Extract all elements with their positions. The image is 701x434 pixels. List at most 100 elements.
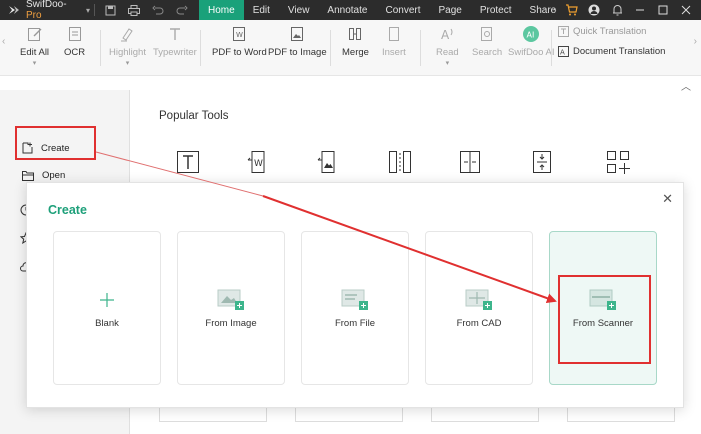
ocr-icon [65,24,85,44]
pdf-to-image-icon [287,24,307,44]
chevron-down-icon: ▾ [125,60,130,67]
notification-bell-icon[interactable] [610,3,624,17]
document-translation-button[interactable]: A Document Translation [558,46,665,57]
image-plus-icon [217,288,245,312]
merge-icon [345,24,365,44]
close-window-icon[interactable] [679,3,693,17]
compress-tool-icon[interactable] [530,150,554,174]
redo-icon[interactable] [175,3,189,17]
menu-view[interactable]: View [279,0,319,20]
swifdoo-ai-label: SwifDoo AI [508,47,555,58]
merge-button[interactable]: Merge [342,24,369,58]
search-label: Search [472,47,503,58]
read-button[interactable]: A Read ▾ [436,24,459,67]
highlight-button[interactable]: Highlight ▾ [109,24,146,67]
quick-translation-icon [558,26,569,37]
undo-icon[interactable] [151,3,165,17]
divider [100,30,101,66]
sidebar-item-open[interactable]: Open [22,170,65,181]
typewriter-tool-icon[interactable] [176,150,200,174]
menu-home[interactable]: Home [199,0,244,20]
card-label: Blank [95,318,119,329]
cart-icon[interactable] [564,3,578,17]
swifdoo-ai-button[interactable]: AI SwifDoo AI [508,24,554,58]
merge-tool-icon[interactable] [388,150,412,174]
close-icon[interactable]: ✕ [662,191,673,207]
recent-thumbnail[interactable] [295,408,403,422]
menu-convert[interactable]: Convert [376,0,429,20]
ocr-button[interactable]: OCR [64,24,85,58]
ribbon-scroll-left-icon[interactable]: ‹ [2,36,5,47]
create-from-file-card[interactable]: From File [301,231,409,385]
pdf-to-word-icon: W [229,24,249,44]
title-bar: SwifDoo-Pro ▾ Home Edit View Annotate Co… [0,0,701,21]
account-icon[interactable] [587,3,601,17]
create-highlight-box [15,126,96,160]
document-translation-label: Document Translation [573,46,666,57]
menu-scroll-right-icon[interactable]: › [549,0,561,20]
print-icon[interactable] [127,3,141,17]
divider [94,4,95,16]
typewriter-icon [165,24,185,44]
card-label: From File [334,318,376,329]
edit-all-button[interactable]: Edit All ▾ [20,24,49,67]
pdf-to-image-label: PDF to Image [268,47,327,58]
divider [200,30,201,66]
app-menu-caret-icon[interactable]: ▾ [86,6,90,15]
create-from-image-card[interactable]: From Image [177,231,285,385]
svg-text:AI: AI [527,31,535,40]
collapse-ribbon-icon[interactable]: ︿ [681,78,691,93]
quick-translation-button[interactable]: Quick Translation [558,26,646,37]
insert-page-icon [384,24,404,44]
typewriter-button[interactable]: Typewriter [153,24,197,58]
app-logo[interactable]: SwifDoo-Pro ▾ [0,0,90,21]
recent-thumbnail[interactable] [567,408,675,422]
search-document-icon [477,24,497,44]
svg-text:W: W [254,159,263,169]
divider [551,30,552,66]
more-tools-grid-icon[interactable] [606,150,630,174]
search-button[interactable]: Search [472,24,502,58]
menu-edit[interactable]: Edit [244,0,279,20]
app-name: SwifDoo-Pro [25,0,67,21]
insert-label: Insert [382,47,406,58]
file-plus-icon [341,288,369,312]
dialog-title: Create [48,203,87,217]
folder-open-icon [22,171,34,181]
ocr-label: OCR [64,47,86,58]
split-tool-icon[interactable] [458,150,482,174]
pdf-to-image-tool-icon[interactable] [316,150,340,174]
main-menu: Home Edit View Annotate Convert Page Pro… [199,0,565,20]
recent-thumbnail[interactable] [431,408,539,422]
svg-text:W: W [236,31,243,39]
chevron-down-icon: ▾ [445,60,450,67]
ribbon-scroll-right-icon[interactable]: › [694,36,697,47]
highlighter-icon [117,24,137,44]
menu-annotate[interactable]: Annotate [318,0,376,20]
insert-button[interactable]: Insert [382,24,406,58]
edit-all-label: Edit All [20,47,50,58]
edit-all-icon [25,24,45,44]
maximize-icon[interactable] [656,3,670,17]
ai-assistant-icon: AI [521,24,541,44]
save-icon[interactable] [103,3,117,17]
svg-text:A: A [560,49,565,57]
pdf-to-word-tool-icon[interactable]: W [246,150,270,174]
recent-thumbnail[interactable] [159,408,267,422]
menu-page[interactable]: Page [429,0,470,20]
svg-text:A: A [441,28,450,42]
typewriter-label: Typewriter [153,47,197,58]
swifdoo-logo-icon [8,6,19,14]
quick-translation-label: Quick Translation [573,26,647,37]
menu-protect[interactable]: Protect [471,0,521,20]
pdf-to-word-button[interactable]: W PDF to Word [212,24,267,58]
pdf-to-image-button[interactable]: PDF to Image [268,24,327,58]
create-from-cad-card[interactable]: From CAD [425,231,533,385]
minimize-icon[interactable] [633,3,647,17]
create-blank-card[interactable]: Blank [53,231,161,385]
card-label: From CAD [456,318,502,329]
sidebar-item-label: Open [42,170,66,181]
divider [420,30,421,66]
read-aloud-icon: A [437,24,457,44]
highlight-label: Highlight [109,47,146,58]
